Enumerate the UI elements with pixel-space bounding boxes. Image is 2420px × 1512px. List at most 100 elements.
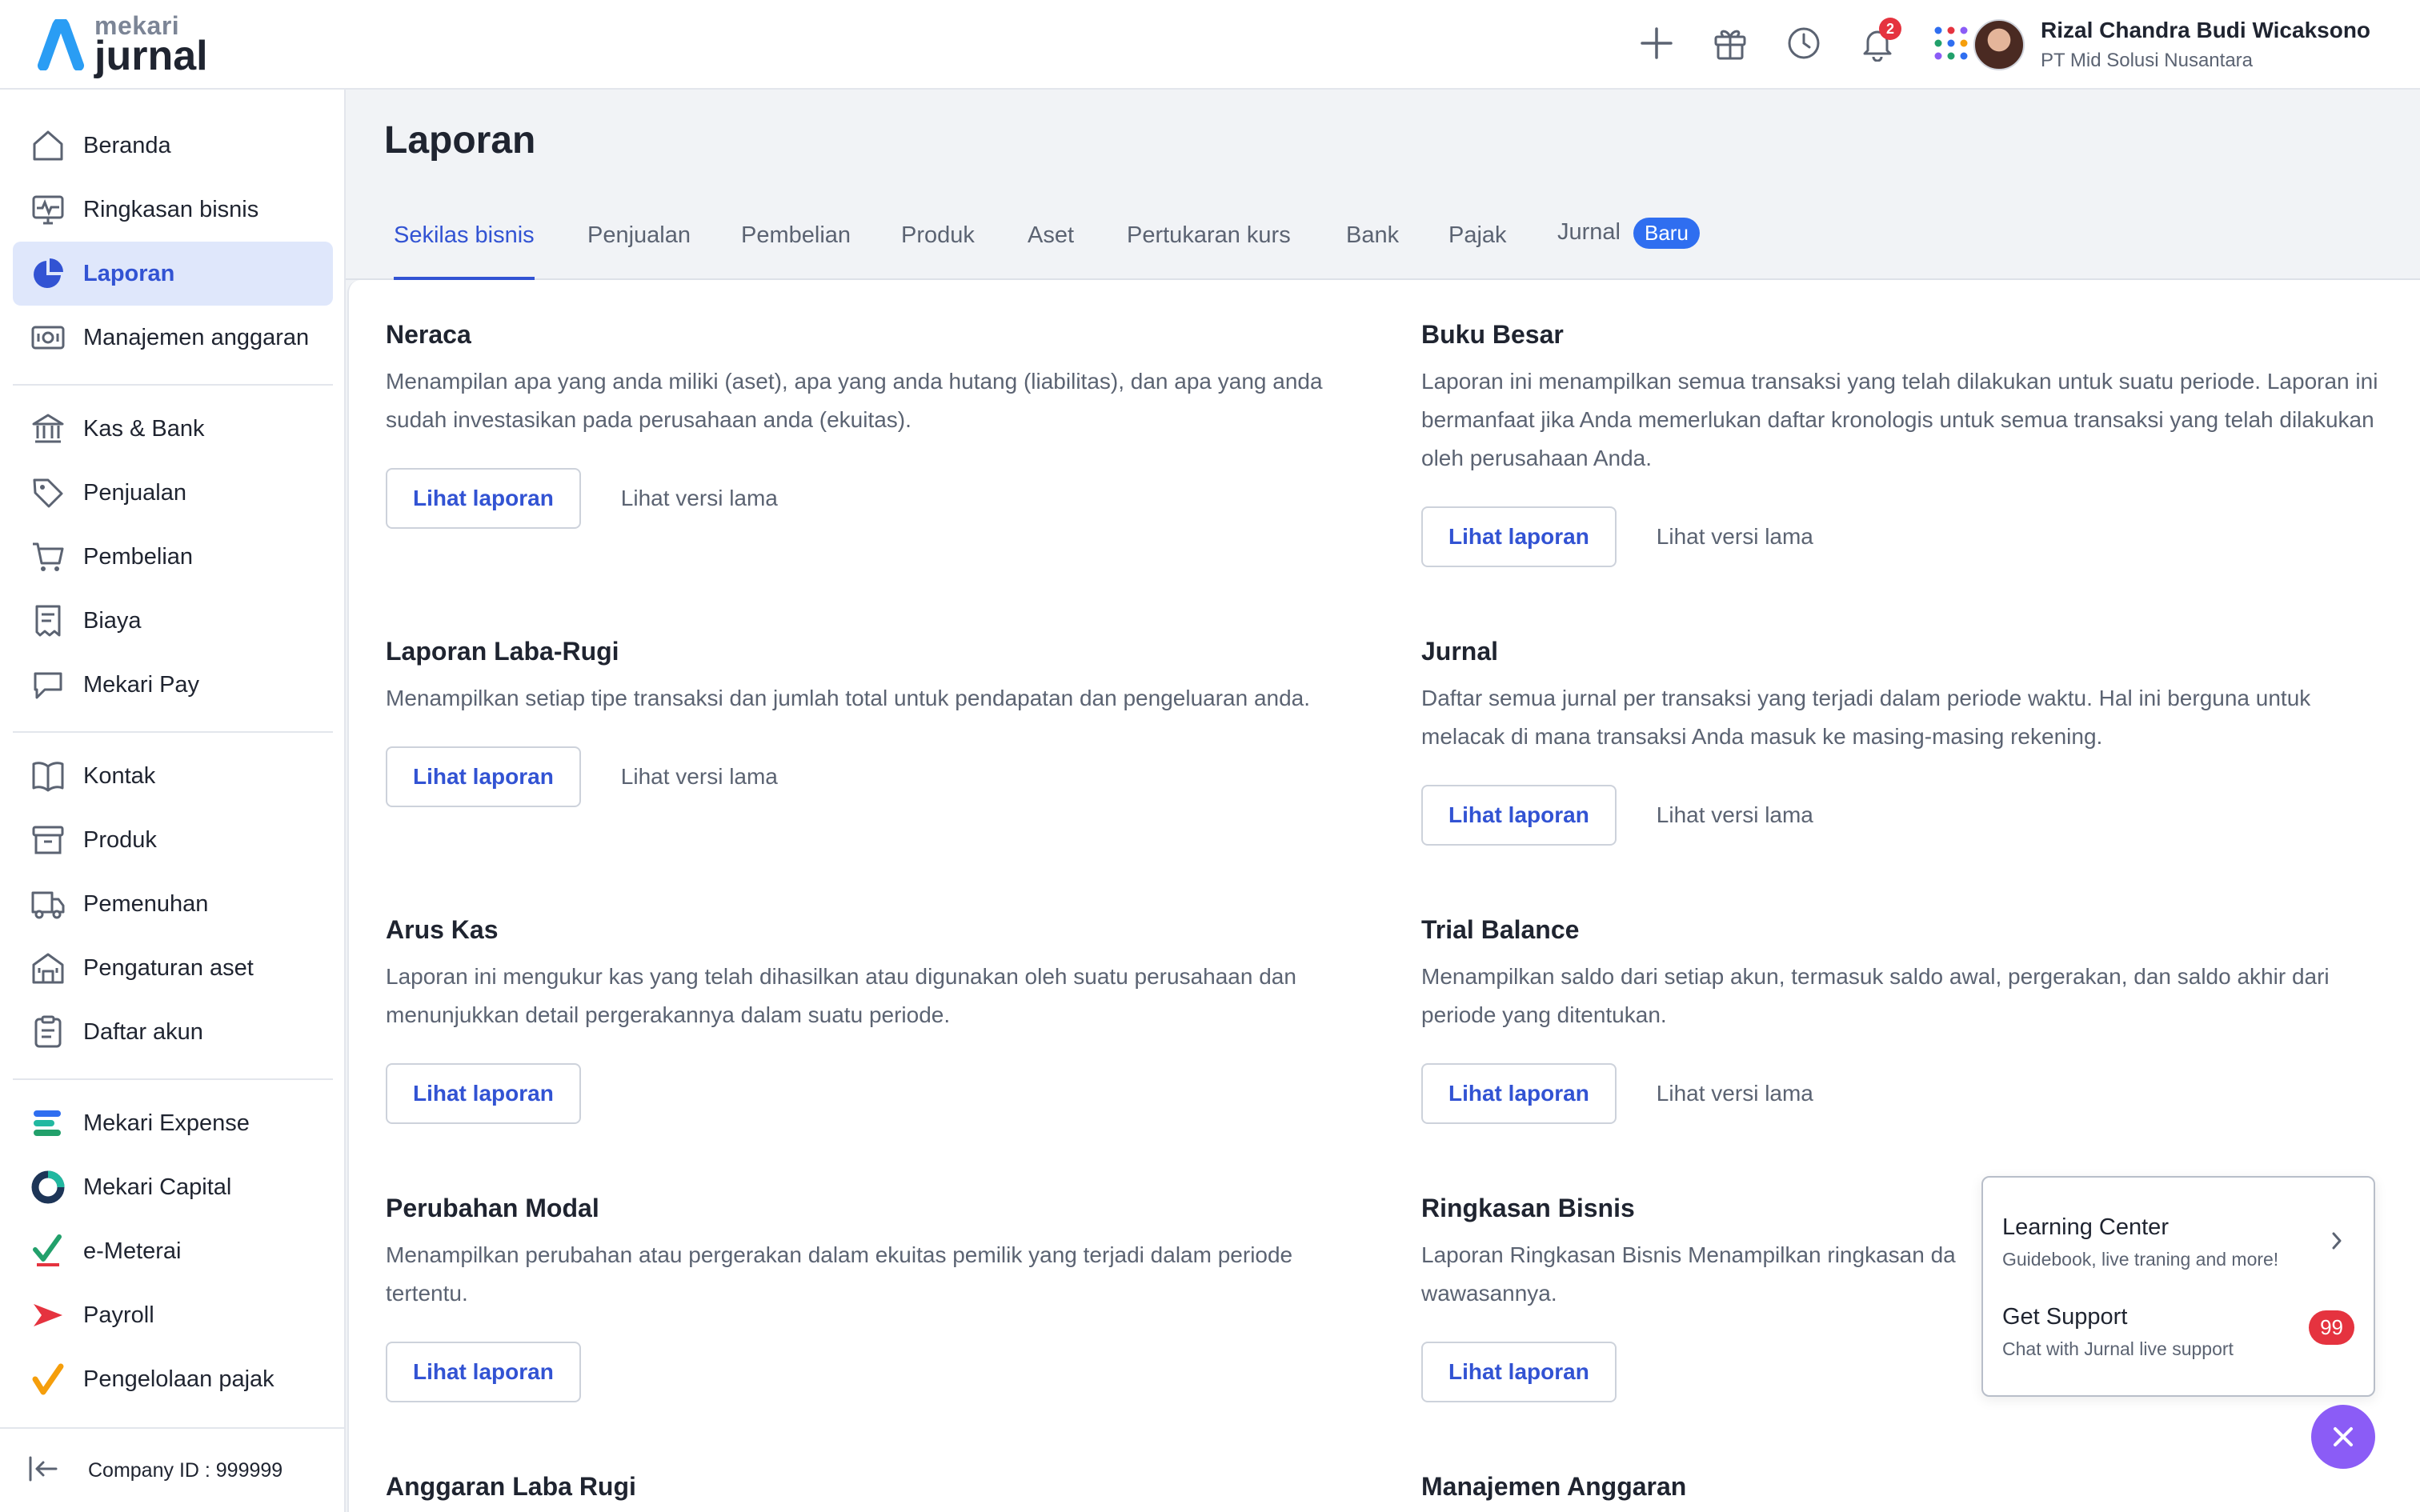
sidebar-item-laporan[interactable]: Laporan	[13, 242, 333, 306]
learning-center-title: Learning Center	[2002, 1214, 2169, 1240]
sidebar-item-label: Laporan	[83, 260, 175, 286]
learning-center-item[interactable]: Learning Center Guidebook, live traning …	[2002, 1214, 2354, 1270]
view-report-button[interactable]: Lihat laporan	[1421, 1342, 1617, 1402]
user-menu[interactable]: Rizal Chandra Budi Wicaksono PT Mid Solu…	[1973, 18, 2370, 72]
logo-mark-icon	[38, 19, 84, 70]
receipt-icon	[29, 602, 67, 640]
sidebar-item-mekari-pay[interactable]: Mekari Pay	[13, 653, 333, 717]
sidebar-item-produk[interactable]: Produk	[13, 808, 333, 872]
history-button[interactable]	[1783, 21, 1825, 66]
report-description: Laporan ini menampilkan semua transaksi …	[1421, 369, 2378, 470]
get-support-title: Get Support	[2002, 1304, 2128, 1330]
tab-produk[interactable]: Produk	[901, 222, 975, 280]
view-old-version-link[interactable]: Lihat versi lama	[1657, 1081, 1813, 1106]
sidebar-item-pengaturan-aset[interactable]: Pengaturan aset	[13, 936, 333, 1000]
sidebar-item-label: Kas & Bank	[83, 415, 205, 442]
view-old-version-link[interactable]: Lihat versi lama	[1657, 802, 1813, 828]
sidebar-item-label: Pembelian	[83, 543, 194, 570]
report-card-manajemen-anggaran: Manajemen Anggaran	[1421, 1472, 2382, 1502]
book-icon	[29, 757, 67, 795]
sidebar-divider	[13, 731, 333, 733]
report-card-anggaran-laba-rugi: Anggaran Laba Rugi	[386, 1472, 1330, 1502]
tab-pajak[interactable]: Pajak	[1448, 222, 1507, 280]
tab-jurnal[interactable]: Jurnal Baru	[1557, 218, 1700, 275]
view-old-version-link[interactable]: Lihat versi lama	[621, 764, 778, 790]
sidebar-divider	[13, 384, 333, 386]
view-report-button[interactable]: Lihat laporan	[1421, 785, 1617, 846]
report-card-buku-besar: Buku Besar Laporan ini menampilkan semua…	[1421, 320, 2382, 567]
sidebar-item-label: Mekari Pay	[83, 671, 200, 698]
report-title: Anggaran Laba Rugi	[386, 1472, 636, 1501]
sidebar-item-beranda[interactable]: Beranda	[13, 114, 333, 178]
sidebar-item-pengelolaan-pajak[interactable]: Pengelolaan pajak	[13, 1347, 333, 1411]
sidebar-item-pembelian[interactable]: Pembelian	[13, 525, 333, 589]
sidebar-item-biaya[interactable]: Biaya	[13, 589, 333, 653]
avatar	[1973, 19, 2025, 70]
apps-menu-button[interactable]	[1930, 21, 1972, 66]
mekari-jurnal-logo[interactable]: mekari jurnal	[37, 11, 208, 78]
sidebar-item-daftar-akun[interactable]: Daftar akun	[13, 1000, 333, 1064]
view-report-button[interactable]: Lihat laporan	[386, 746, 581, 807]
help-popover: Learning Center Guidebook, live traning …	[1981, 1176, 2375, 1397]
tab-pertukaran-kurs[interactable]: Pertukaran kurs	[1127, 222, 1291, 280]
apps-grid-icon	[1934, 26, 1968, 60]
report-title: Manajemen Anggaran	[1421, 1472, 1687, 1501]
tab-jurnal-label: Jurnal	[1557, 219, 1621, 246]
chat-bubble-icon	[29, 666, 67, 704]
view-report-button[interactable]: Lihat laporan	[386, 1342, 581, 1402]
notifications-button[interactable]: 2	[1857, 18, 1901, 66]
sidebar-divider	[13, 1078, 333, 1080]
report-card-trial-balance: Trial Balance Menampilkan saldo dari set…	[1421, 915, 2382, 1124]
sidebar-item-manajemen-anggaran[interactable]: Manajemen anggaran	[13, 306, 333, 370]
sidebar-item-kas-bank[interactable]: Kas & Bank	[13, 397, 333, 461]
e-meterai-icon	[29, 1232, 67, 1270]
sidebar-item-label: Penjualan	[83, 479, 186, 506]
sidebar-item-payroll[interactable]: Payroll	[13, 1283, 333, 1347]
view-report-button[interactable]: Lihat laporan	[1421, 506, 1617, 567]
tab-penjualan[interactable]: Penjualan	[587, 222, 691, 280]
sidebar-item-kontak[interactable]: Kontak	[13, 744, 333, 808]
close-help-button[interactable]	[2311, 1405, 2375, 1469]
sidebar-item-label: Ringkasan bisnis	[83, 196, 259, 222]
page-title: Laporan	[384, 119, 536, 162]
sidebar-item-e-meterai[interactable]: e-Meterai	[13, 1219, 333, 1283]
sidebar-item-pemenuhan[interactable]: Pemenuhan	[13, 872, 333, 936]
get-support-item[interactable]: Get Support Chat with Jurnal live suppor…	[2002, 1304, 2354, 1360]
sidebar-item-mekari-capital[interactable]: Mekari Capital	[13, 1155, 333, 1219]
view-report-button[interactable]: Lihat laporan	[386, 1063, 581, 1124]
sidebar-item-label: Pemenuhan	[83, 890, 209, 917]
sidebar-item-label: Kontak	[83, 762, 156, 789]
add-button[interactable]	[1636, 21, 1677, 66]
sidebar-item-ringkasan-bisnis[interactable]: Ringkasan bisnis	[13, 178, 333, 242]
collapse-sidebar-button[interactable]	[27, 1453, 59, 1489]
collapse-left-icon	[29, 1456, 58, 1481]
view-old-version-link[interactable]: Lihat versi lama	[621, 486, 778, 511]
sidebar-footer: Company ID : 999999	[0, 1427, 344, 1512]
user-name: Rizal Chandra Budi Wicaksono	[2041, 18, 2371, 42]
get-support-subtitle: Chat with Jurnal live support	[2002, 1338, 2234, 1359]
sidebar-item-penjualan[interactable]: Penjualan	[13, 461, 333, 525]
top-bar: mekari jurnal 2 Rizal Chandra Budi Wicak…	[0, 0, 2420, 90]
tab-pembelian[interactable]: Pembelian	[741, 222, 851, 280]
sidebar-item-label: Payroll	[83, 1302, 154, 1328]
report-card-perubahan-modal: Perubahan Modal Menampilkan perubahan at…	[386, 1194, 1330, 1402]
tab-bank[interactable]: Bank	[1346, 222, 1399, 280]
clipboard-icon	[29, 1013, 67, 1051]
report-title: Trial Balance	[1421, 915, 1580, 944]
tag-icon	[29, 474, 67, 512]
sidebar-item-mekari-expense[interactable]: Mekari Expense	[13, 1091, 333, 1155]
tab-sekilas-bisnis[interactable]: Sekilas bisnis	[394, 222, 535, 280]
report-title: Buku Besar	[1421, 320, 1564, 349]
gift-button[interactable]	[1709, 21, 1751, 66]
report-description: Menampilkan perubahan atau pergerakan da…	[386, 1242, 1293, 1306]
budget-icon	[29, 318, 67, 357]
report-title: Ringkasan Bisnis	[1421, 1194, 1635, 1222]
pulse-monitor-icon	[29, 190, 67, 229]
view-old-version-link[interactable]: Lihat versi lama	[1657, 524, 1813, 550]
tab-aset[interactable]: Aset	[1028, 222, 1074, 280]
pie-chart-icon	[29, 254, 67, 293]
sidebar-item-label: Pengaturan aset	[83, 954, 254, 981]
view-report-button[interactable]: Lihat laporan	[386, 468, 581, 529]
view-report-button[interactable]: Lihat laporan	[1421, 1063, 1617, 1124]
company-id: Company ID : 999999	[88, 1458, 283, 1482]
